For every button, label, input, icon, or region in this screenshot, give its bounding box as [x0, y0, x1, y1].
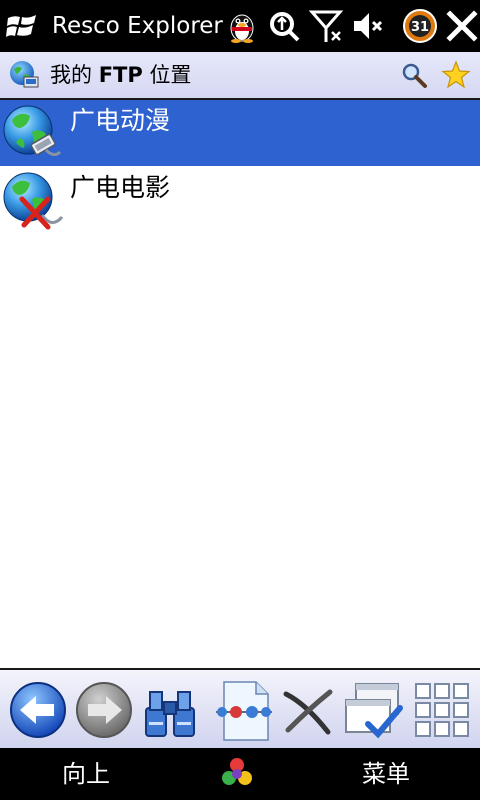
- volume-mute-icon[interactable]: [350, 8, 386, 44]
- sync-icon[interactable]: [266, 8, 302, 44]
- forward-button[interactable]: [72, 678, 136, 742]
- back-button[interactable]: [6, 678, 70, 742]
- view-mode-button[interactable]: [410, 678, 474, 742]
- clock-badge-icon[interactable]: 31: [402, 8, 438, 44]
- windows-start-icon[interactable]: [6, 12, 38, 40]
- search-icon[interactable]: [400, 61, 428, 89]
- softkey-menu[interactable]: 菜单: [362, 758, 410, 790]
- location-title: 我的 FTP 位置: [50, 60, 191, 90]
- list-item-label: 广电电影: [70, 173, 171, 202]
- softkey-up[interactable]: 向上: [62, 758, 110, 790]
- window-select-button[interactable]: [342, 678, 406, 742]
- list-item-ftp-1[interactable]: 广电动漫: [0, 100, 480, 166]
- binoculars-icon: [145, 691, 195, 737]
- signal-off-icon[interactable]: [308, 8, 344, 44]
- clock-badge-number: 31: [411, 20, 429, 35]
- ftp-globe-icon: [10, 61, 39, 88]
- star-icon[interactable]: [441, 60, 471, 90]
- ftp-location-list: 广电动漫 广电电影: [0, 100, 480, 666]
- location-title-prefix: 我的: [50, 63, 92, 87]
- new-connection-icon: [216, 681, 272, 741]
- list-item-label: 广电动漫: [70, 106, 171, 135]
- new-connection-button[interactable]: [212, 678, 276, 742]
- grid-view-icon: [415, 683, 469, 737]
- close-icon[interactable]: [444, 8, 480, 44]
- list-item-ftp-2[interactable]: 广电电影: [0, 167, 480, 233]
- app-title: Resco Explorer: [52, 13, 223, 39]
- window-check-icon: [345, 683, 403, 739]
- forward-arrow-icon: [76, 682, 132, 738]
- find-button[interactable]: [138, 678, 202, 742]
- location-title-ftp: FTP: [98, 63, 143, 87]
- qq-penguin-icon[interactable]: [224, 8, 260, 44]
- disconnect-button[interactable]: [276, 678, 340, 742]
- toolbar: [0, 668, 480, 750]
- back-arrow-icon: [10, 682, 66, 738]
- ftp-disconnected-globe-icon: [3, 172, 64, 230]
- app-launcher-icon[interactable]: [220, 756, 254, 790]
- softkey-bar: 向上 菜单: [0, 748, 480, 800]
- location-title-suffix: 位置: [149, 63, 192, 87]
- ftp-connected-globe-icon: [3, 105, 62, 157]
- location-header: 我的 FTP 位置: [0, 52, 480, 100]
- status-bar: Resco Explorer 31: [0, 0, 480, 52]
- cut-icon: [283, 689, 333, 735]
